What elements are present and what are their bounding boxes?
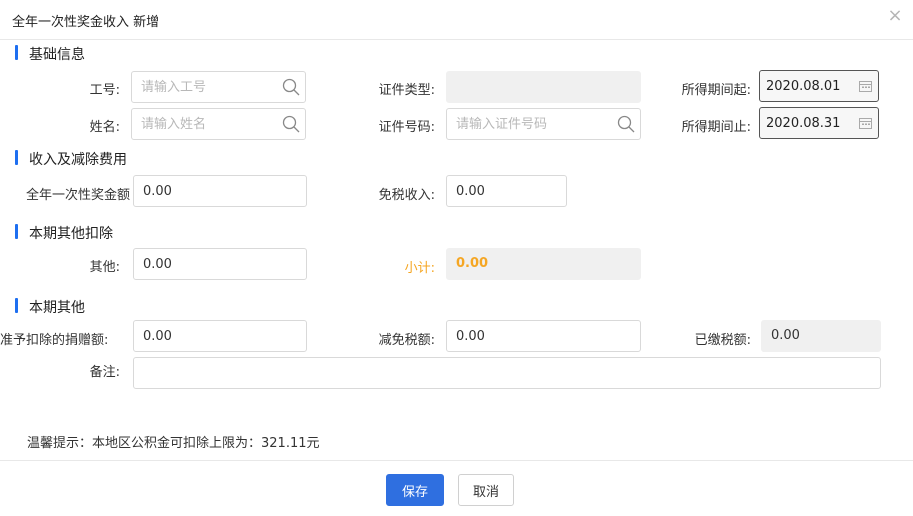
- section-title-other: 本期其他: [29, 297, 85, 317]
- cancel-button[interactable]: 取消: [458, 474, 514, 506]
- calendar-icon[interactable]: [859, 80, 872, 92]
- search-icon[interactable]: [282, 115, 300, 133]
- section-marker: [15, 150, 18, 165]
- save-button[interactable]: 保存: [386, 474, 444, 506]
- search-icon[interactable]: [282, 78, 300, 96]
- name-field: [131, 108, 306, 140]
- donation-input[interactable]: [133, 320, 307, 352]
- name-input[interactable]: [131, 108, 306, 140]
- emp-no-field: [131, 71, 306, 103]
- id-no-field: [446, 108, 641, 140]
- dialog-title: 全年一次性奖金收入 新增: [12, 11, 159, 30]
- id-type-label: 证件类型:: [330, 79, 435, 98]
- search-icon[interactable]: [617, 115, 635, 133]
- close-icon[interactable]: ×: [886, 7, 904, 25]
- id-type-select[interactable]: [446, 71, 641, 103]
- subtotal-field: 0.00: [446, 248, 641, 280]
- footer-divider: [0, 460, 913, 461]
- subtotal-value: 0.00: [456, 256, 488, 271]
- bonus-label: 全年一次性奖金额: [0, 184, 130, 203]
- period-end-label: 所得期间止:: [648, 116, 751, 135]
- tax-free-input[interactable]: [446, 175, 567, 207]
- id-no-label: 证件号码:: [330, 116, 435, 135]
- section-title-basic: 基础信息: [29, 44, 85, 64]
- remark-label: 备注:: [40, 361, 120, 380]
- calendar-icon[interactable]: [859, 117, 872, 129]
- id-no-input[interactable]: [446, 108, 641, 140]
- remark-input[interactable]: [133, 357, 881, 389]
- tax-free-label: 免税收入:: [330, 184, 435, 203]
- period-start-label: 所得期间起:: [648, 79, 751, 98]
- subtotal-label: 小计:: [330, 257, 435, 276]
- donation-label: 准予扣除的捐赠额:: [0, 329, 126, 348]
- paid-tax-label: 已缴税额:: [648, 329, 751, 348]
- hint-text: 温馨提示：本地区公积金可扣除上限为：321.11元: [27, 432, 320, 451]
- paid-tax-field: 0.00: [761, 320, 881, 352]
- other-deduction-label: 其他:: [40, 256, 120, 275]
- reduction-label: 减免税额:: [330, 329, 435, 348]
- header-divider: [0, 39, 913, 40]
- section-title-deduction: 本期其他扣除: [29, 223, 113, 243]
- period-end-field: [759, 107, 879, 139]
- bonus-input[interactable]: [133, 175, 307, 207]
- emp-no-input[interactable]: [131, 71, 306, 103]
- section-title-income: 收入及减除费用: [29, 149, 127, 169]
- section-marker: [15, 224, 18, 239]
- reduction-input[interactable]: [446, 320, 641, 352]
- other-deduction-input[interactable]: [133, 248, 307, 280]
- period-start-field: [759, 70, 879, 102]
- emp-no-label: 工号:: [40, 79, 120, 98]
- paid-tax-value: 0.00: [771, 328, 800, 343]
- section-marker: [15, 298, 18, 313]
- section-marker: [15, 45, 18, 60]
- name-label: 姓名:: [40, 116, 120, 135]
